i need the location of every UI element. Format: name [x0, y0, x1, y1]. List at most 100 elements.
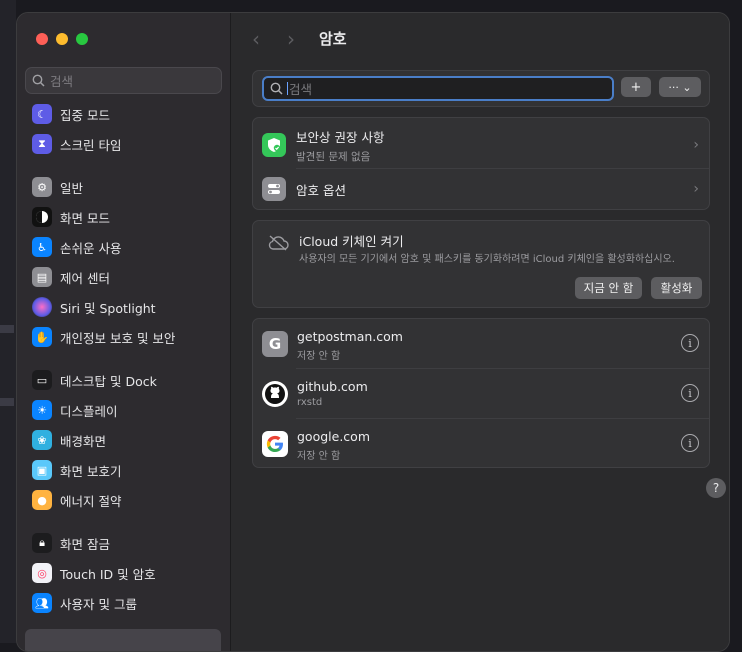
bulb-icon: ●: [32, 490, 52, 510]
passwords-list: G getpostman.com 저장 안 함 i github.com rxs…: [252, 318, 710, 468]
icloud-title: iCloud 키체인 켜기: [299, 234, 404, 249]
sidebar-item-label: 에너지 절약: [60, 493, 122, 509]
sidebar-item-screensaver[interactable]: ▣ 화면 보호기: [25, 455, 223, 485]
divider: [296, 168, 709, 169]
zoom-window-button[interactable]: [76, 33, 88, 45]
password-site: google.com: [297, 429, 370, 444]
text-cursor: [287, 82, 288, 95]
main-content: ‹ › 암호 검색 + ··· ⌄ 보안상 권장 사항 발견된 문제 없음 › …: [232, 13, 729, 651]
sidebar-item-label: 손쉬운 사용: [60, 240, 122, 256]
chevron-right-icon: ›: [693, 181, 699, 197]
sidebar-item-label: 배경화면: [60, 433, 107, 449]
search-card: 검색 + ··· ⌄: [252, 70, 710, 107]
accessibility-icon: ♿: [32, 237, 52, 257]
password-search-input[interactable]: 검색: [262, 76, 614, 101]
sidebar-item-label: 디스플레이: [60, 403, 118, 419]
sidebar-item-privacy[interactable]: ✋ 개인정보 보호 및 보안: [25, 322, 223, 352]
shield-check-icon: [262, 133, 286, 157]
gear-icon: ⚙: [32, 177, 52, 197]
sidebar-item-label: 화면 보호기: [60, 463, 122, 479]
icloud-keychain-card: iCloud 키체인 켜기 사용자의 모든 기기에서 암호 및 패스키를 동기화…: [252, 220, 710, 308]
toggles-icon: [262, 177, 286, 201]
sidebar-item-displays[interactable]: ☀ 디스플레이: [25, 395, 223, 425]
options-title: 암호 옵션: [296, 182, 346, 198]
sidebar-item-desktop-dock[interactable]: ▭ 데스크탑 및 Dock: [25, 365, 223, 395]
password-account: 저장 안 함: [297, 451, 341, 462]
password-row-google[interactable]: google.com 저장 안 함 i: [253, 419, 709, 469]
password-options-row[interactable]: 암호 옵션 ›: [253, 173, 709, 205]
security-subtitle: 발견된 문제 없음: [296, 150, 371, 163]
toolbar: ‹ › 암호: [232, 13, 729, 65]
page-title: 암호: [319, 30, 347, 48]
sidebar-item-accessibility[interactable]: ♿ 손쉬운 사용: [25, 232, 223, 262]
security-title: 보안상 권장 사항: [296, 129, 385, 145]
hourglass-icon: ⧗: [32, 134, 52, 154]
sidebar-item-passwords-selected[interactable]: [25, 629, 221, 651]
back-button[interactable]: ‹: [252, 27, 260, 51]
password-site: github.com: [297, 379, 368, 394]
sun-icon: ☀: [32, 400, 52, 420]
sidebar-item-screen-time[interactable]: ⧗ 스크린 타임: [25, 129, 223, 159]
sidebar-item-touch-id[interactable]: ◎ Touch ID 및 암호: [25, 558, 223, 588]
cloud-off-icon: [268, 235, 289, 251]
sidebar-item-lock-screen[interactable]: 🔒︎ 화면 잠금: [25, 528, 223, 558]
more-options-button[interactable]: ··· ⌄: [659, 77, 701, 97]
password-account: rxstd: [297, 397, 323, 408]
not-now-button[interactable]: 지금 안 함: [575, 277, 642, 299]
sidebar-item-label: 일반: [60, 180, 84, 196]
close-window-button[interactable]: [36, 33, 48, 45]
siri-icon: [32, 297, 52, 317]
password-row-getpostman[interactable]: G getpostman.com 저장 안 함 i: [253, 319, 709, 369]
users-icon: 👥︎: [32, 593, 52, 613]
dock-icon: ▭: [32, 370, 52, 390]
hand-icon: ✋: [32, 327, 52, 347]
chevron-right-icon: ›: [693, 137, 699, 153]
moon-icon: ☾: [32, 104, 52, 124]
sidebar-item-label: 사용자 및 그룹: [60, 596, 137, 612]
info-icon[interactable]: i: [681, 334, 699, 352]
postman-icon: G: [262, 331, 288, 357]
screensaver-icon: ▣: [32, 460, 52, 480]
sidebar-item-focus[interactable]: ☾ 집중 모드: [25, 99, 223, 129]
password-site: getpostman.com: [297, 329, 403, 344]
sidebar-item-general[interactable]: ⚙ 일반: [25, 172, 223, 202]
fingerprint-icon: ◎: [32, 563, 52, 583]
sidebar-item-label: 제어 센터: [60, 270, 110, 286]
window-controls: [36, 33, 88, 45]
forward-button[interactable]: ›: [287, 27, 295, 51]
sidebar: 검색 ☾ 집중 모드 ⧗ 스크린 타임 ⚙ 일반 화면 모드 ♿ 손쉬운 사용 ▤ 제어 …: [17, 13, 231, 651]
minimize-window-button[interactable]: [56, 33, 68, 45]
sidebar-item-label: 집중 모드: [60, 107, 110, 123]
sidebar-search-input[interactable]: 검색: [25, 67, 222, 94]
help-button[interactable]: ?: [706, 478, 726, 498]
sidebar-item-siri[interactable]: Siri 및 Spotlight: [25, 292, 223, 322]
info-icon[interactable]: i: [681, 434, 699, 452]
sidebar-item-users[interactable]: 👥︎ 사용자 및 그룹: [25, 588, 223, 618]
add-password-button[interactable]: +: [621, 77, 651, 97]
sidebar-item-appearance[interactable]: 화면 모드: [25, 202, 223, 232]
info-icon[interactable]: i: [681, 384, 699, 402]
search-placeholder: 검색: [289, 82, 313, 97]
icloud-description: 사용자의 모든 기기에서 암호 및 패스키를 동기화하려면 iCloud 키체인…: [299, 254, 675, 265]
security-recommendations-row[interactable]: 보안상 권장 사항 발견된 문제 없음 ›: [253, 126, 709, 164]
sidebar-item-label: Siri 및 Spotlight: [60, 300, 156, 316]
sidebar-item-label: 데스크탑 및 Dock: [60, 373, 157, 389]
google-icon: [262, 431, 288, 457]
sidebar-item-energy[interactable]: ● 에너지 절약: [25, 485, 223, 515]
sidebar-item-label: 개인정보 보호 및 보안: [60, 330, 176, 346]
control-center-icon: ▤: [32, 267, 52, 287]
sidebar-item-control-center[interactable]: ▤ 제어 센터: [25, 262, 223, 292]
enable-button[interactable]: 활성화: [651, 277, 702, 299]
password-account: 저장 안 함: [297, 351, 341, 362]
lock-icon: 🔒︎: [32, 533, 52, 553]
sidebar-item-wallpaper[interactable]: ❀ 배경화면: [25, 425, 223, 455]
background-desktop: [0, 0, 16, 643]
flower-icon: ❀: [32, 430, 52, 450]
security-options-card: 보안상 권장 사항 발견된 문제 없음 › 암호 옵션 ›: [252, 117, 710, 210]
sidebar-item-label: 화면 잠금: [60, 536, 110, 552]
sidebar-item-label: 화면 모드: [60, 210, 110, 226]
search-icon: [32, 74, 45, 87]
password-row-github[interactable]: github.com rxstd i: [253, 369, 709, 419]
github-icon: [262, 381, 288, 407]
sidebar-list: ☾ 집중 모드 ⧗ 스크린 타임 ⚙ 일반 화면 모드 ♿ 손쉬운 사용 ▤ 제어 센터 …: [25, 99, 223, 618]
